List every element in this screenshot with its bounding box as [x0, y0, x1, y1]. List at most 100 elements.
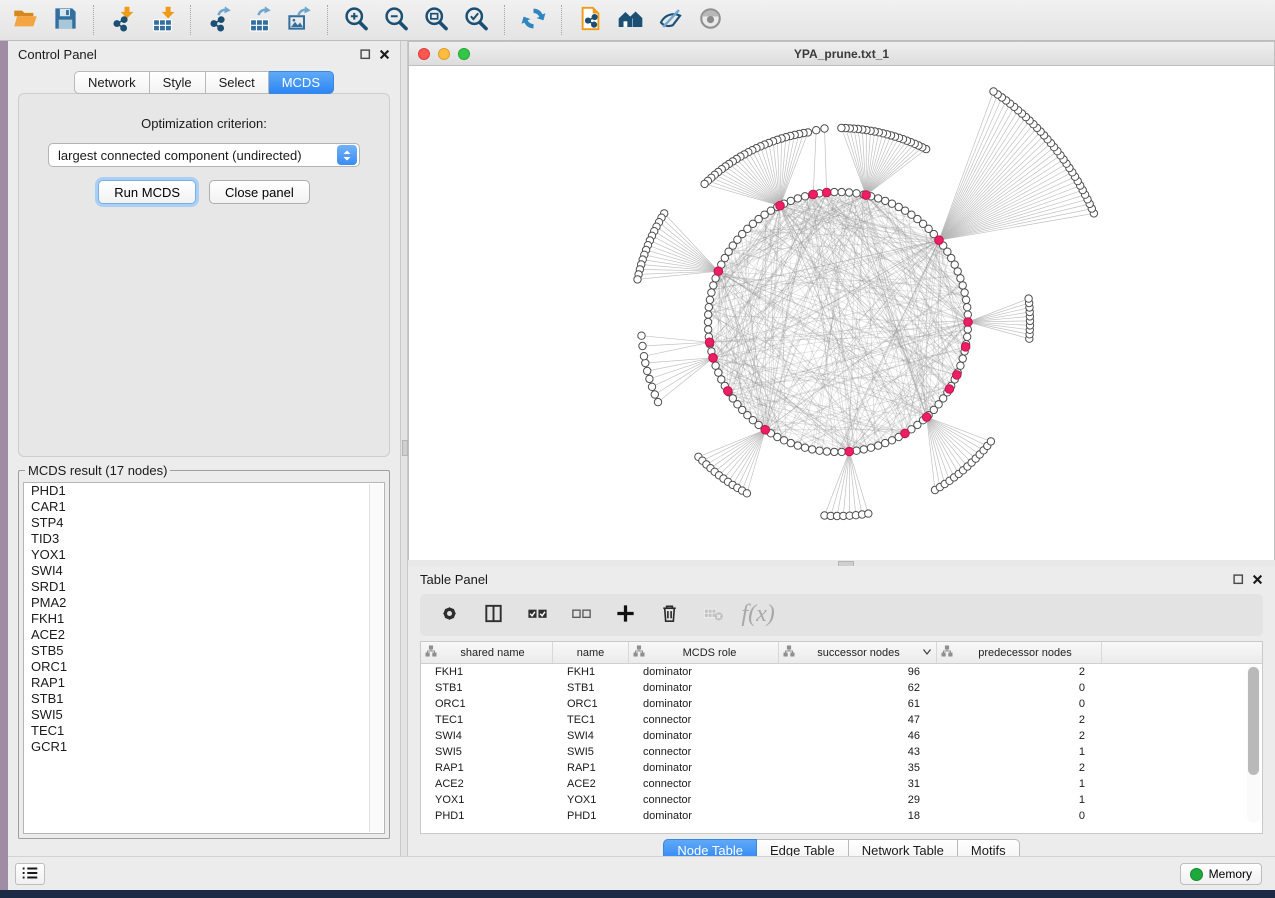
table-row[interactable]: PHD1PHD1dominator180: [421, 808, 1262, 824]
import-network-button[interactable]: [102, 3, 142, 37]
gear-button[interactable]: [432, 598, 466, 632]
mcds-result-item[interactable]: ORC1: [24, 659, 384, 675]
cell-successor-nodes: 29: [779, 794, 937, 806]
zoom-in-button[interactable]: [336, 3, 376, 37]
mcds-result-item[interactable]: YOX1: [24, 547, 384, 563]
mcds-result-item[interactable]: GCR1: [24, 739, 384, 755]
table-row[interactable]: STB1STB1dominator620: [421, 680, 1262, 696]
mcds-result-item[interactable]: TID3: [24, 531, 384, 547]
toolbar-separator: [327, 5, 328, 35]
close-panel-icon[interactable]: [379, 49, 390, 60]
zoom-out-button[interactable]: [376, 3, 416, 37]
delete-column-button[interactable]: [652, 598, 686, 632]
mcds-result-item[interactable]: FKH1: [24, 611, 384, 627]
save-session-button[interactable]: [45, 3, 85, 37]
network-window-titlebar[interactable]: YPA_prune.txt_1: [409, 42, 1274, 66]
table-row[interactable]: SWI4SWI4dominator462: [421, 728, 1262, 744]
tab-mcds[interactable]: MCDS: [269, 71, 334, 94]
mcds-list-scrollbar[interactable]: [369, 484, 383, 832]
birdseye-button[interactable]: [690, 3, 730, 37]
mcds-result-item[interactable]: SRD1: [24, 579, 384, 595]
export-image-button[interactable]: [279, 3, 319, 37]
table-row[interactable]: FKH1FKH1dominator962: [421, 664, 1262, 680]
cell-name: STB1: [553, 682, 629, 694]
mcds-result-item[interactable]: PMA2: [24, 595, 384, 611]
float-panel-icon[interactable]: [360, 49, 371, 60]
export-image-icon: [286, 5, 313, 35]
tab-network[interactable]: Network: [74, 71, 150, 94]
refresh-icon: [520, 5, 547, 35]
float-panel-icon[interactable]: [1233, 574, 1244, 585]
mcds-result-item[interactable]: STB5: [24, 643, 384, 659]
tab-style[interactable]: Style: [150, 71, 206, 94]
table-header-row: shared name name MCDS role successor node…: [421, 642, 1262, 664]
mcds-result-item[interactable]: CAR1: [24, 499, 384, 515]
refresh-button[interactable]: [513, 3, 553, 37]
import-table-button[interactable]: [142, 3, 182, 37]
toolbar-separator: [561, 5, 562, 35]
mcds-result-item[interactable]: PHD1: [24, 483, 384, 499]
mcds-result-item[interactable]: STP4: [24, 515, 384, 531]
toggle-details-button[interactable]: [650, 3, 690, 37]
toolbar-separator: [190, 5, 191, 35]
open-file-button[interactable]: [5, 3, 45, 37]
run-mcds-button[interactable]: Run MCDS: [98, 180, 196, 204]
column-header-MCDS-role[interactable]: MCDS role: [629, 642, 779, 663]
mcds-result-item[interactable]: SWI4: [24, 563, 384, 579]
open-file-icon: [12, 5, 39, 35]
zoom-fit-button[interactable]: [416, 3, 456, 37]
table-row[interactable]: ORC1ORC1dominator610: [421, 696, 1262, 712]
table-row[interactable]: YOX1YOX1connector291: [421, 792, 1262, 808]
mcds-result-item[interactable]: TEC1: [24, 723, 384, 739]
table-scrollbar-thumb[interactable]: [1248, 667, 1259, 775]
split-columns-button[interactable]: [476, 598, 510, 632]
mcds-tab-content: Optimization criterion: largest connecte…: [18, 93, 390, 457]
home-button[interactable]: [610, 3, 650, 37]
column-header-predecessor-nodes[interactable]: predecessor nodes: [937, 642, 1102, 663]
export-network-button[interactable]: [199, 3, 239, 37]
cell-successor-nodes: 96: [779, 666, 937, 678]
cell-predecessor-nodes: 1: [937, 778, 1102, 790]
column-label: name: [557, 647, 624, 659]
close-panel-icon[interactable]: [1252, 574, 1263, 585]
column-header-successor-nodes[interactable]: successor nodes: [779, 642, 937, 663]
memory-button[interactable]: Memory: [1180, 863, 1262, 885]
network-canvas[interactable]: [409, 66, 1274, 560]
cell-shared-name: ORC1: [421, 698, 553, 710]
cell-shared-name: SWI4: [421, 730, 553, 742]
vertical-splitter[interactable]: [400, 41, 408, 856]
deselect-all-button[interactable]: [564, 598, 598, 632]
import-table-icon: [149, 5, 176, 35]
cell-shared-name: STB1: [421, 682, 553, 694]
delete-table-button: [696, 598, 730, 632]
close-panel-button[interactable]: Close panel: [209, 180, 310, 204]
mcds-result-item[interactable]: SWI5: [24, 707, 384, 723]
mcds-result-item[interactable]: RAP1: [24, 675, 384, 691]
table-row[interactable]: RAP1RAP1dominator352: [421, 760, 1262, 776]
network-from-file-button[interactable]: [570, 3, 610, 37]
cell-successor-nodes: 18: [779, 810, 937, 822]
panel-menu-button[interactable]: [15, 863, 45, 885]
column-type-icon: [633, 645, 645, 660]
node-table: shared name name MCDS role successor node…: [420, 641, 1263, 834]
cell-name: FKH1: [553, 666, 629, 678]
add-column-button[interactable]: [608, 598, 642, 632]
mcds-result-item[interactable]: STB1: [24, 691, 384, 707]
mcds-result-list[interactable]: PHD1CAR1STP4TID3YOX1SWI4SRD1PMA2FKH1ACE2…: [23, 482, 385, 834]
column-header-name[interactable]: name: [553, 642, 629, 663]
optimization-select[interactable]: largest connected component (undirected): [48, 143, 360, 167]
mcds-result-item[interactable]: ACE2: [24, 627, 384, 643]
select-all-button[interactable]: [520, 598, 554, 632]
tab-select[interactable]: Select: [206, 71, 269, 94]
table-scrollbar[interactable]: [1247, 665, 1260, 823]
column-header-shared-name[interactable]: shared name: [421, 642, 553, 663]
table-row[interactable]: TEC1TEC1connector472: [421, 712, 1262, 728]
table-row[interactable]: ACE2ACE2connector311: [421, 776, 1262, 792]
zoom-selected-button[interactable]: [456, 3, 496, 37]
table-row[interactable]: SWI5SWI5connector431: [421, 744, 1262, 760]
cell-predecessor-nodes: 2: [937, 714, 1102, 726]
column-type-icon: [783, 645, 795, 660]
cell-successor-nodes: 43: [779, 746, 937, 758]
export-table-button[interactable]: [239, 3, 279, 37]
control-panel: Control Panel NetworkStyleSelectMCDS Opt…: [8, 41, 400, 856]
